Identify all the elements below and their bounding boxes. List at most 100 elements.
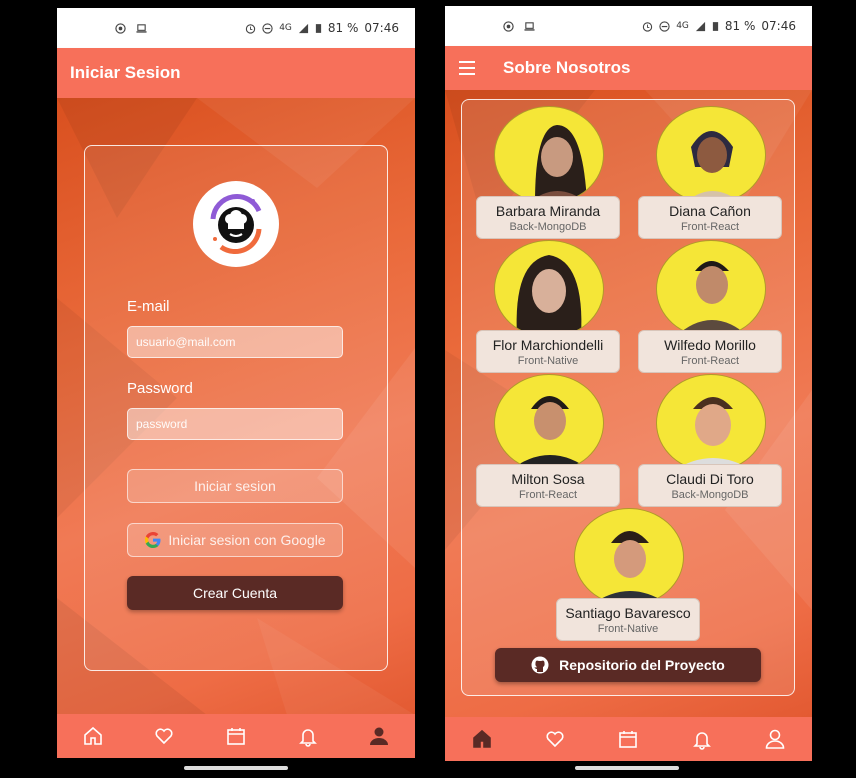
member-role: Front-React <box>518 488 578 501</box>
member-photo <box>656 374 766 472</box>
signal-icon <box>695 21 705 31</box>
member-name: Barbara Miranda <box>495 202 601 219</box>
page-title: Sobre Nosotros <box>503 58 631 77</box>
nav-home[interactable] <box>82 725 104 747</box>
member-info: Diana Cañon Front-React <box>638 196 782 239</box>
email-field[interactable]: usuario@mail.com <box>127 326 343 358</box>
clock: 07:46 <box>364 21 399 35</box>
hamburger-menu-icon[interactable] <box>459 61 477 75</box>
member-name: Wilfedo Morillo <box>664 336 756 353</box>
app-bar: Iniciar Sesion <box>57 48 415 98</box>
bell-icon <box>298 729 317 747</box>
member-name: Flor Marchiondelli <box>492 336 604 353</box>
nav-profile[interactable] <box>368 725 390 747</box>
about-phone: 4G 81 % 07:46 Sobre Nosotros Barbara Mir… <box>445 0 812 778</box>
login-phone: 4G 81 % 07:46 Iniciar Sesion E-mail usua… <box>57 0 415 778</box>
member-info: Flor Marchiondelli Front-Native <box>476 330 620 373</box>
network-label: 4G <box>676 21 689 31</box>
member-info: Milton Sosa Front-React <box>476 464 620 507</box>
home-icon <box>472 729 491 748</box>
member-info: Santiago Bavaresco Front-Native <box>556 598 700 641</box>
team-member-card: Barbara Miranda Back-MongoDB <box>476 106 620 240</box>
calendar-icon <box>619 731 638 748</box>
team-member-card: Milton Sosa Front-React <box>476 374 620 508</box>
network-label: 4G <box>279 23 292 33</box>
heart-icon <box>155 728 173 745</box>
email-label: E-mail <box>127 298 170 315</box>
password-field[interactable]: password <box>127 408 343 440</box>
nav-profile[interactable] <box>764 728 786 750</box>
home-indicator <box>575 766 679 770</box>
member-photo <box>494 240 604 338</box>
battery-label: 81 % <box>724 19 756 33</box>
nav-home[interactable] <box>471 728 493 750</box>
member-photo <box>656 240 766 338</box>
status-bar: 4G 81 % 07:46 <box>445 6 812 46</box>
google-login-button[interactable]: Iniciar sesion con Google <box>127 523 343 557</box>
member-role: Front-React <box>680 354 740 367</box>
repository-button-label: Repositorio del Proyecto <box>559 657 725 673</box>
member-role: Back-MongoDB <box>509 220 587 233</box>
login-button[interactable]: Iniciar sesion <box>127 469 343 503</box>
team-member-card: Diana Cañon Front-React <box>638 106 782 240</box>
background: Barbara Miranda Back-MongoDB Diana Cañon… <box>445 90 812 717</box>
battery-label: 81 % <box>327 21 359 35</box>
team-member-card: Flor Marchiondelli Front-Native <box>476 240 620 374</box>
record-icon <box>115 22 126 34</box>
member-role: Back-MongoDB <box>671 488 749 501</box>
bell-icon <box>692 732 711 750</box>
nav-notifications[interactable] <box>297 725 319 747</box>
clock: 07:46 <box>761 19 796 33</box>
home-indicator <box>184 766 288 770</box>
member-role: Front-React <box>680 220 740 233</box>
alarm-icon <box>246 23 256 34</box>
member-info: Claudi Di Toro Back-MongoDB <box>638 464 782 507</box>
login-card: E-mail usuario@mail.com Password passwor… <box>84 145 388 671</box>
laptop-icon <box>524 21 535 31</box>
member-role: Front-Native <box>517 354 579 367</box>
bottom-nav <box>445 717 812 761</box>
team-member-card: Claudi Di Toro Back-MongoDB <box>638 374 782 508</box>
alarm-icon <box>643 21 653 32</box>
nav-notifications[interactable] <box>691 728 713 750</box>
member-name: Milton Sosa <box>511 470 585 487</box>
calendar-icon <box>227 728 245 745</box>
google-icon <box>145 532 161 548</box>
create-account-label: Crear Cuenta <box>192 585 278 601</box>
login-button-label: Iniciar sesion <box>194 478 276 494</box>
member-photo <box>494 106 604 204</box>
battery-icon <box>315 23 322 33</box>
bottom-nav <box>57 714 415 758</box>
member-info: Barbara Miranda Back-MongoDB <box>476 196 620 239</box>
member-name: Claudi Di Toro <box>666 470 754 487</box>
member-role: Front-Native <box>597 622 659 635</box>
user-icon <box>370 727 389 745</box>
dnd-icon <box>262 22 273 34</box>
member-photo <box>656 106 766 204</box>
chef-hat-icon <box>210 193 262 255</box>
status-bar: 4G 81 % 07:46 <box>57 8 415 48</box>
nav-favorites[interactable] <box>544 728 566 750</box>
app-bar: Sobre Nosotros <box>445 46 812 90</box>
chef-logo <box>193 181 279 267</box>
background: E-mail usuario@mail.com Password passwor… <box>57 98 415 715</box>
nav-calendar[interactable] <box>617 728 639 750</box>
member-info: Wilfedo Morillo Front-React <box>638 330 782 373</box>
create-account-button[interactable]: Crear Cuenta <box>127 576 343 610</box>
repository-button[interactable]: Repositorio del Proyecto <box>495 648 761 682</box>
google-login-label: Iniciar sesion con Google <box>168 532 326 548</box>
laptop-icon <box>136 23 147 33</box>
page-title: Iniciar Sesion <box>70 63 181 82</box>
github-icon <box>531 656 549 674</box>
user-icon <box>765 729 785 749</box>
member-name: Diana Cañon <box>669 202 751 219</box>
team-card: Barbara Miranda Back-MongoDB Diana Cañon… <box>461 99 795 696</box>
nav-calendar[interactable] <box>225 725 247 747</box>
team-member-card: Santiago Bavaresco Front-Native <box>556 508 700 642</box>
member-photo <box>574 508 684 606</box>
record-icon <box>503 20 514 32</box>
dnd-icon <box>659 20 670 32</box>
nav-favorites[interactable] <box>153 725 175 747</box>
member-name: Santiago Bavaresco <box>565 604 691 621</box>
home-icon <box>83 726 102 745</box>
